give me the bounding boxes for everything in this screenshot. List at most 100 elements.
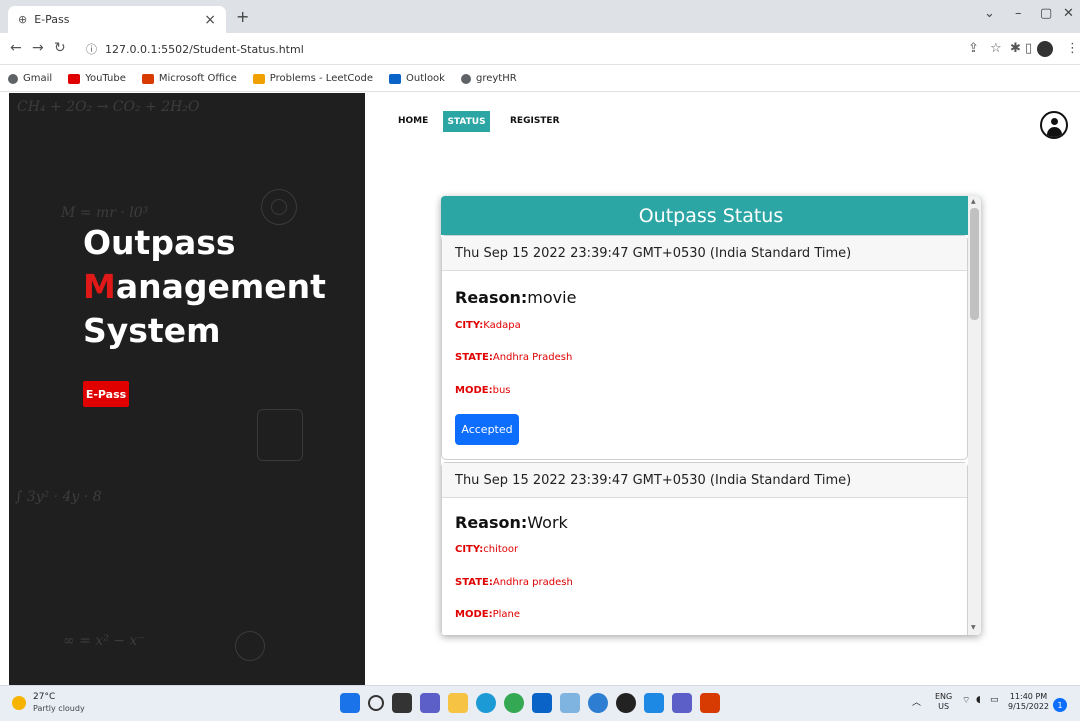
back-icon[interactable]: ← <box>10 40 22 56</box>
accepted-button[interactable]: Accepted <box>455 414 519 445</box>
reason-value: Work <box>527 513 568 532</box>
hero-title-rest: anagement <box>115 267 326 306</box>
hero-panel: CH₄ + 2O₂ → CO₂ + 2H₂O M = mr · l0³ ∫ 3y… <box>9 93 365 685</box>
scroll-down-icon[interactable]: ▼ <box>971 624 976 631</box>
city-label: CITY: <box>455 544 484 555</box>
edge-icon[interactable] <box>476 693 496 713</box>
chevron-down-icon[interactable]: ⌄ <box>984 6 995 21</box>
bookmark-label: greytHR <box>475 73 517 84</box>
background-formula: CH₄ + 2O₂ → CO₂ + 2H₂O <box>17 99 200 115</box>
bookmark-microsoft-office[interactable]: Microsoft Office <box>141 73 237 84</box>
city-label: CITY: <box>455 320 484 331</box>
city-value: chitoor <box>483 544 519 555</box>
card-city: CITY:Kadapa <box>455 320 521 331</box>
new-tab-button[interactable]: + <box>236 7 249 26</box>
gmail-icon <box>8 73 18 84</box>
browser-tab-bar: ⊕ E-Pass × + ⌄ – ▢ ✕ <box>0 0 1080 33</box>
clock-time: 11:40 PM <box>1009 692 1048 701</box>
bookmark-youtube[interactable]: YouTube <box>68 73 126 84</box>
lang-bottom: US <box>938 702 950 711</box>
lang-top: ENG <box>935 692 953 701</box>
nav-register[interactable]: REGISTER <box>510 116 560 126</box>
wifi-icon[interactable]: ⌔ <box>962 695 970 706</box>
extensions-icon[interactable]: ✱ <box>1010 41 1021 56</box>
card-reason: Reason:movie <box>455 288 576 307</box>
notification-badge[interactable]: 1 <box>1053 698 1067 712</box>
chrome-icon[interactable] <box>504 693 524 713</box>
scroll-up-icon[interactable]: ▲ <box>971 198 976 205</box>
status-list[interactable]: Thu Sep 15 2022 23:39:47 GMT+0530 (India… <box>441 235 968 635</box>
windows-taskbar: 27°C Partly cloudy ︿ ENG US ⌔ ◖ ▭ 11:40 … <box>0 685 1080 721</box>
minimize-icon[interactable]: – <box>1015 6 1022 21</box>
maximize-icon[interactable]: ▢ <box>1040 6 1052 21</box>
close-tab-icon[interactable]: × <box>204 12 216 28</box>
office-icon[interactable] <box>700 693 720 713</box>
chat-icon[interactable] <box>420 693 440 713</box>
user-head <box>1051 118 1058 125</box>
obs-icon[interactable] <box>616 693 636 713</box>
menu-icon[interactable]: ⋮ <box>1066 41 1079 56</box>
mode-label: MODE: <box>455 609 493 620</box>
battery-icon[interactable]: ▭ <box>990 695 999 705</box>
bookmark-gmail[interactable]: Gmail <box>8 73 52 84</box>
globe-icon: ⊕ <box>18 13 28 26</box>
background-formula: M = mr · l0³ <box>61 205 149 221</box>
bookmark-greythr[interactable]: greytHR <box>460 73 517 84</box>
youtube-icon <box>68 73 81 84</box>
store-icon[interactable] <box>532 693 552 713</box>
card-state: STATE:Andhra Pradesh <box>455 352 572 363</box>
decorative-circle <box>271 199 287 215</box>
nav-status[interactable]: STATUS <box>443 111 490 132</box>
task-view-icon[interactable] <box>392 693 412 713</box>
epass-badge[interactable]: E-Pass <box>83 381 129 407</box>
outpass-card: Thu Sep 15 2022 23:39:47 GMT+0530 (India… <box>441 462 968 635</box>
status-scrollbar[interactable]: ▲ ▼ <box>968 196 981 635</box>
file-explorer-icon[interactable] <box>448 693 468 713</box>
user-account-icon[interactable] <box>1040 111 1068 139</box>
teams-icon[interactable] <box>672 693 692 713</box>
star-icon[interactable]: ☆ <box>990 41 1002 56</box>
state-value: Andhra Pradesh <box>492 352 573 363</box>
globe-icon <box>460 73 471 84</box>
state-label: STATE: <box>455 352 493 363</box>
browser-tab[interactable]: ⊕ E-Pass × <box>8 6 226 33</box>
decorative-hexagon <box>257 409 303 461</box>
language-indicator[interactable]: ENG US <box>935 692 952 712</box>
url-field[interactable]: ⓘ 127.0.0.1:5502/Student-Status.html <box>74 37 1034 61</box>
nav-home[interactable]: HOME <box>398 116 428 126</box>
city-value: Kadapa <box>483 320 521 331</box>
hero-title-highlight: M <box>83 267 116 306</box>
reload-icon[interactable]: ↻ <box>54 40 66 56</box>
app-icon[interactable] <box>560 693 580 713</box>
weather-widget[interactable]: 27°C Partly cloudy <box>12 692 85 714</box>
clock-date: 9/15/2022 <box>1008 702 1050 711</box>
bookmark-outlook[interactable]: Outlook <box>389 73 445 84</box>
forward-icon[interactable]: → <box>32 40 44 56</box>
weather-icon <box>12 696 26 710</box>
clock[interactable]: 11:40 PM 9/15/2022 <box>1008 692 1049 712</box>
info-icon: ⓘ <box>86 43 97 56</box>
state-value: Andhra pradesh <box>492 577 573 588</box>
search-icon[interactable] <box>368 695 384 711</box>
reason-value: movie <box>527 288 577 307</box>
bookmark-leetcode[interactable]: Problems - LeetCode <box>252 73 373 84</box>
tray-chevron-icon[interactable]: ︿ <box>912 695 921 708</box>
hero-title-line: System <box>83 311 221 350</box>
scrollbar-thumb[interactable] <box>970 208 979 320</box>
volume-icon[interactable]: ◖ <box>976 695 981 705</box>
sidepanel-icon[interactable]: ▯ <box>1025 41 1032 56</box>
share-icon[interactable]: ⇪ <box>968 41 979 56</box>
close-window-icon[interactable]: ✕ <box>1063 6 1074 21</box>
app-icon[interactable] <box>588 693 608 713</box>
card-date: Thu Sep 15 2022 23:39:47 GMT+0530 (India… <box>442 463 967 498</box>
vscode-icon[interactable] <box>644 693 664 713</box>
card-city: CITY:chitoor <box>455 544 518 555</box>
office-icon <box>141 73 154 84</box>
bookmark-label: Outlook <box>406 73 445 84</box>
state-label: STATE: <box>455 577 493 588</box>
outlook-icon <box>389 73 402 84</box>
browser-profile-icon[interactable] <box>1037 41 1053 57</box>
start-icon[interactable] <box>340 693 360 713</box>
decorative-circle <box>235 631 265 661</box>
background-formula: ∞ = x² − x⁻ <box>63 633 145 649</box>
